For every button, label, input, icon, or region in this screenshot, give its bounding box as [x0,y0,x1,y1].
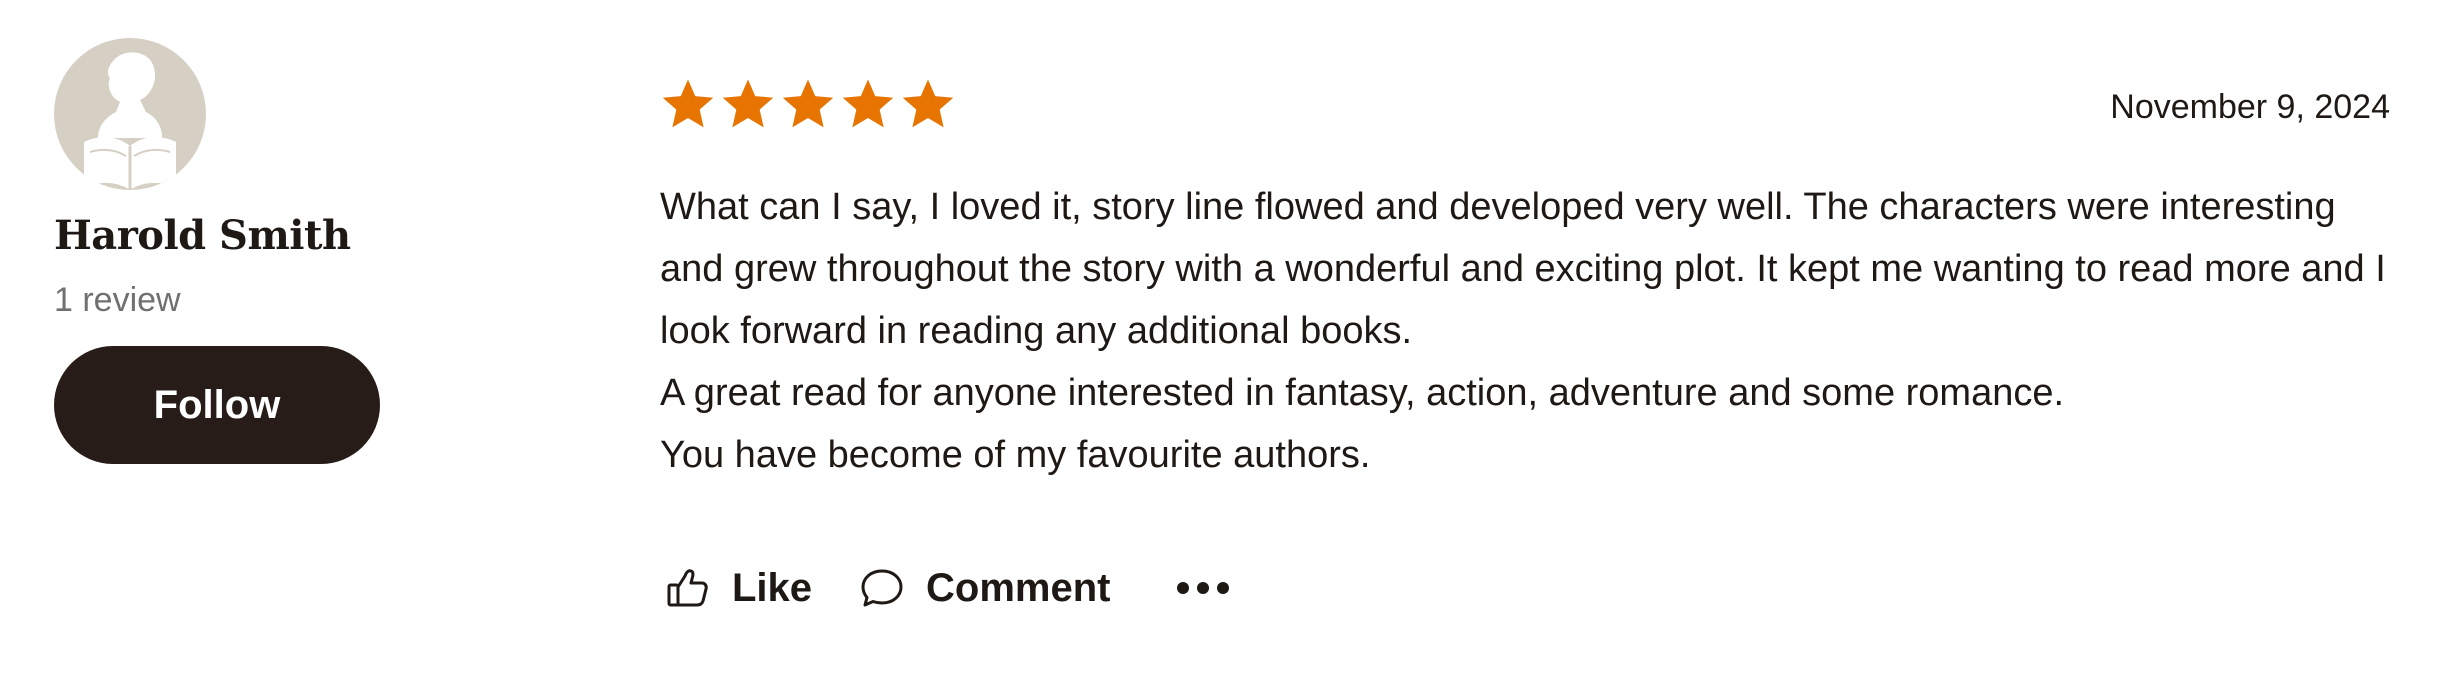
star-icon [902,79,954,128]
comment-button[interactable]: Comment [858,564,1111,612]
like-button[interactable]: Like [664,564,812,612]
star-icon [722,79,774,128]
review-count: 1 review [54,281,181,319]
like-label: Like [732,565,813,610]
review-paragraph: A great read for anyone interested in fa… [660,372,2065,414]
review-date[interactable]: November 9, 2024 [2110,87,2390,127]
comment-label: Comment [926,565,1111,610]
review-paragraph: You have become of my favourite authors. [660,434,1371,476]
review-text: What can I say, I loved it, story line f… [660,176,2390,486]
star-icon [662,79,714,128]
more-dots-icon [1176,582,1229,594]
reviewer-name[interactable]: Harold Smith [54,212,414,260]
follow-button[interactable]: Follow [54,346,380,464]
star-icon [782,79,834,128]
review-actions: Like Comment [664,556,1231,620]
thumbs-up-icon [664,564,712,612]
speech-bubble-icon [858,564,906,612]
reviewer-panel: Harold Smith 1 review Follow [54,38,414,464]
avatar[interactable] [54,38,206,190]
star-rating [660,76,956,132]
default-reader-avatar-icon [84,52,176,190]
rating-row: November 9, 2024 [660,70,2390,138]
more-options-button[interactable] [1175,568,1231,608]
review-paragraph: What can I say, I loved it, story line f… [660,186,2386,352]
review-card: November 9, 2024 What can I say, I loved… [660,70,2390,486]
star-icon [842,79,894,128]
